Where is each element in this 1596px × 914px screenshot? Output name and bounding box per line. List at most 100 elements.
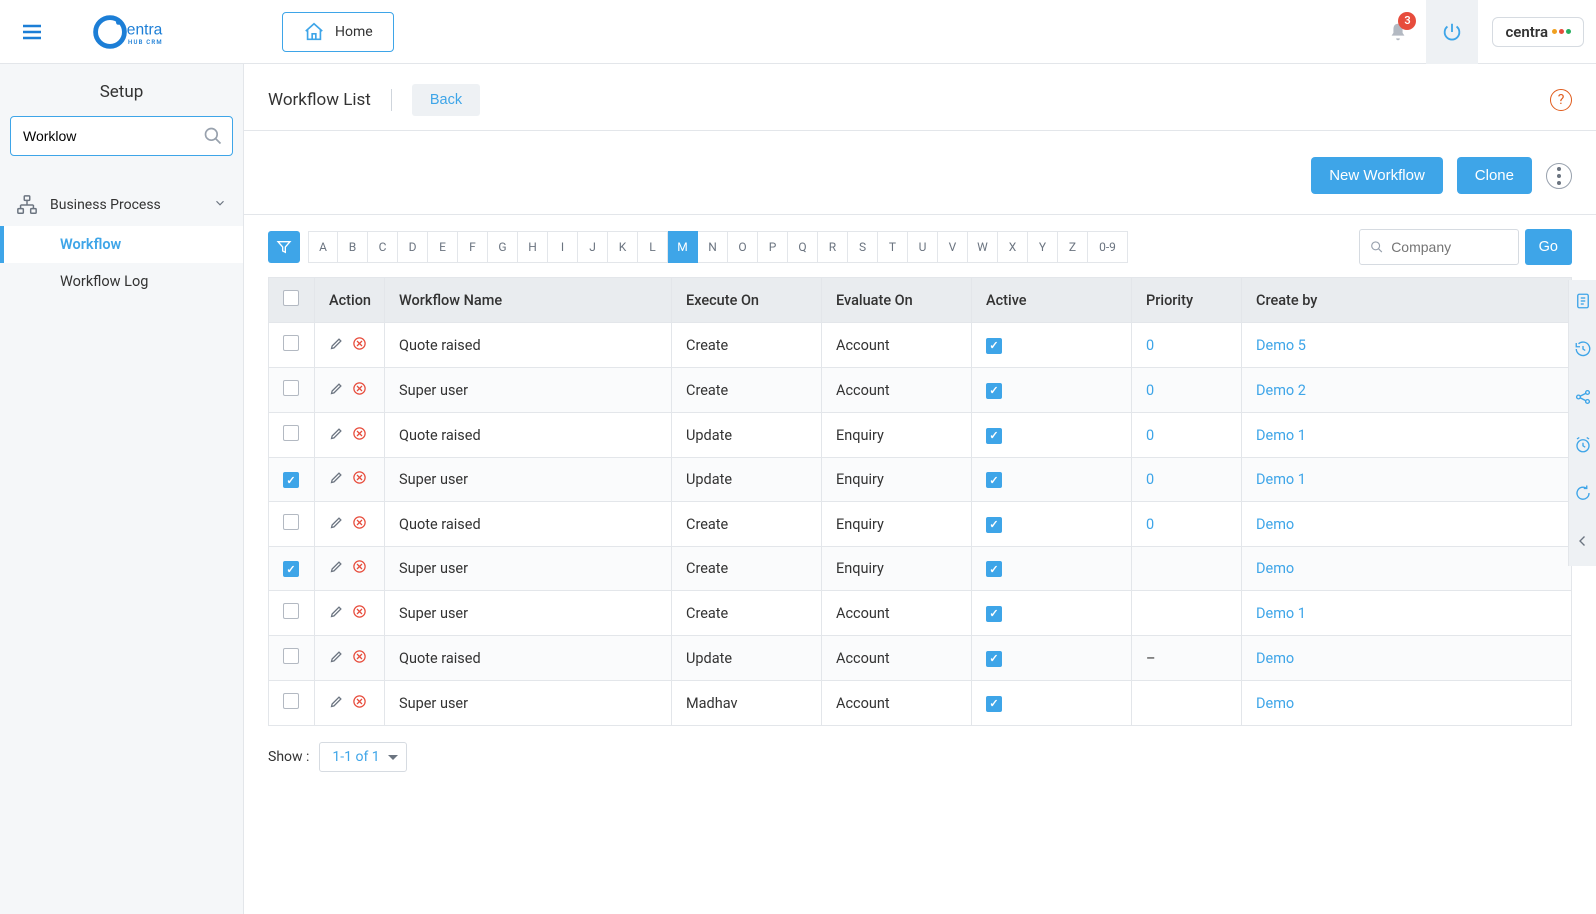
active-checkbox[interactable] <box>986 472 1002 488</box>
alpha-filter-X[interactable]: X <box>998 231 1028 263</box>
alpha-filter-M[interactable]: M <box>668 231 698 263</box>
row-checkbox[interactable] <box>283 335 299 351</box>
delete-button[interactable] <box>352 336 367 355</box>
go-button[interactable]: Go <box>1525 229 1572 265</box>
delete-button[interactable] <box>352 470 367 489</box>
alpha-filter-R[interactable]: R <box>818 231 848 263</box>
edit-button[interactable] <box>329 649 344 668</box>
cell-priority[interactable]: 0 <box>1146 427 1154 444</box>
active-checkbox[interactable] <box>986 696 1002 712</box>
alpha-filter-V[interactable]: V <box>938 231 968 263</box>
delete-button[interactable] <box>352 426 367 445</box>
company-search-input[interactable] <box>1391 239 1509 255</box>
row-checkbox[interactable] <box>283 648 299 664</box>
row-checkbox[interactable] <box>283 472 299 488</box>
dock-refresh[interactable] <box>1574 484 1592 506</box>
alpha-filter-U[interactable]: U <box>908 231 938 263</box>
cell-priority[interactable]: 0 <box>1146 516 1154 533</box>
alpha-filter-C[interactable]: C <box>368 231 398 263</box>
cell-create-by[interactable]: Demo 1 <box>1256 427 1306 444</box>
alpha-filter-T[interactable]: T <box>878 231 908 263</box>
row-checkbox[interactable] <box>283 514 299 530</box>
edit-button[interactable] <box>329 515 344 534</box>
active-checkbox[interactable] <box>986 338 1002 354</box>
header-execute-on[interactable]: Execute On <box>672 278 822 323</box>
delete-button[interactable] <box>352 515 367 534</box>
edit-button[interactable] <box>329 336 344 355</box>
edit-button[interactable] <box>329 694 344 713</box>
row-checkbox[interactable] <box>283 425 299 441</box>
alpha-filter-A[interactable]: A <box>308 231 338 263</box>
active-checkbox[interactable] <box>986 651 1002 667</box>
select-all-checkbox[interactable] <box>283 290 299 306</box>
sidebar-item-workflow-log[interactable]: Workflow Log <box>0 263 243 300</box>
dock-reminder[interactable] <box>1574 436 1592 458</box>
dock-notes[interactable] <box>1574 292 1592 314</box>
sidebar-group-business-process[interactable]: Business Process <box>0 184 243 226</box>
clone-button[interactable]: Clone <box>1457 157 1532 194</box>
alpha-filter-I[interactable]: I <box>548 231 578 263</box>
delete-button[interactable] <box>352 649 367 668</box>
cell-create-by[interactable]: Demo 1 <box>1256 471 1306 488</box>
new-workflow-button[interactable]: New Workflow <box>1311 157 1443 194</box>
header-priority[interactable]: Priority <box>1132 278 1242 323</box>
delete-button[interactable] <box>352 559 367 578</box>
delete-button[interactable] <box>352 381 367 400</box>
menu-toggle[interactable] <box>12 12 52 52</box>
alpha-filter-S[interactable]: S <box>848 231 878 263</box>
alpha-filter-H[interactable]: H <box>518 231 548 263</box>
more-actions-button[interactable] <box>1546 163 1572 189</box>
cell-priority[interactable]: 0 <box>1146 471 1154 488</box>
alpha-filter-L[interactable]: L <box>638 231 668 263</box>
delete-button[interactable] <box>352 694 367 713</box>
cell-create-by[interactable]: Demo 5 <box>1256 337 1306 354</box>
alpha-filter-P[interactable]: P <box>758 231 788 263</box>
edit-button[interactable] <box>329 426 344 445</box>
cell-create-by[interactable]: Demo 1 <box>1256 605 1306 622</box>
delete-button[interactable] <box>352 604 367 623</box>
edit-button[interactable] <box>329 604 344 623</box>
dock-share[interactable] <box>1574 388 1592 410</box>
alpha-filter-B[interactable]: B <box>338 231 368 263</box>
alpha-filter-E[interactable]: E <box>428 231 458 263</box>
sidebar-search-input[interactable] <box>10 116 233 156</box>
power-button[interactable] <box>1426 0 1478 64</box>
header-action[interactable]: Action <box>315 278 385 323</box>
alpha-filter-Y[interactable]: Y <box>1028 231 1058 263</box>
brand-badge[interactable]: centra <box>1492 17 1584 47</box>
header-workflow-name[interactable]: Workflow Name <box>385 278 672 323</box>
cell-create-by[interactable]: Demo <box>1256 560 1294 577</box>
page-size-select[interactable]: 1-1 of 1 <box>319 742 406 772</box>
cell-create-by[interactable]: Demo 2 <box>1256 382 1306 399</box>
sidebar-item-workflow[interactable]: Workflow <box>0 226 243 263</box>
cell-priority[interactable]: 0 <box>1146 337 1154 354</box>
alpha-filter-Z[interactable]: Z <box>1058 231 1088 263</box>
cell-create-by[interactable]: Demo <box>1256 650 1294 667</box>
active-checkbox[interactable] <box>986 606 1002 622</box>
cell-create-by[interactable]: Demo <box>1256 695 1294 712</box>
active-checkbox[interactable] <box>986 428 1002 444</box>
alpha-filter-D[interactable]: D <box>398 231 428 263</box>
header-evaluate-on[interactable]: Evaluate On <box>822 278 972 323</box>
row-checkbox[interactable] <box>283 380 299 396</box>
row-checkbox[interactable] <box>283 561 299 577</box>
cell-priority[interactable]: 0 <box>1146 382 1154 399</box>
alpha-filter-W[interactable]: W <box>968 231 998 263</box>
alpha-filter-0-9[interactable]: 0-9 <box>1088 231 1128 263</box>
alpha-filter-K[interactable]: K <box>608 231 638 263</box>
home-button[interactable]: Home <box>282 12 394 52</box>
dock-history[interactable] <box>1574 340 1592 362</box>
alpha-filter-F[interactable]: F <box>458 231 488 263</box>
active-checkbox[interactable] <box>986 517 1002 533</box>
alpha-filter-G[interactable]: G <box>488 231 518 263</box>
help-button[interactable]: ? <box>1550 89 1572 111</box>
edit-button[interactable] <box>329 381 344 400</box>
dock-collapse[interactable] <box>1574 532 1592 554</box>
logo[interactable]: entra HUB CRM <box>92 12 212 52</box>
active-checkbox[interactable] <box>986 383 1002 399</box>
active-checkbox[interactable] <box>986 561 1002 577</box>
header-create-by[interactable]: Create by <box>1242 278 1572 323</box>
filter-button[interactable] <box>268 231 300 263</box>
row-checkbox[interactable] <box>283 693 299 709</box>
alpha-filter-O[interactable]: O <box>728 231 758 263</box>
